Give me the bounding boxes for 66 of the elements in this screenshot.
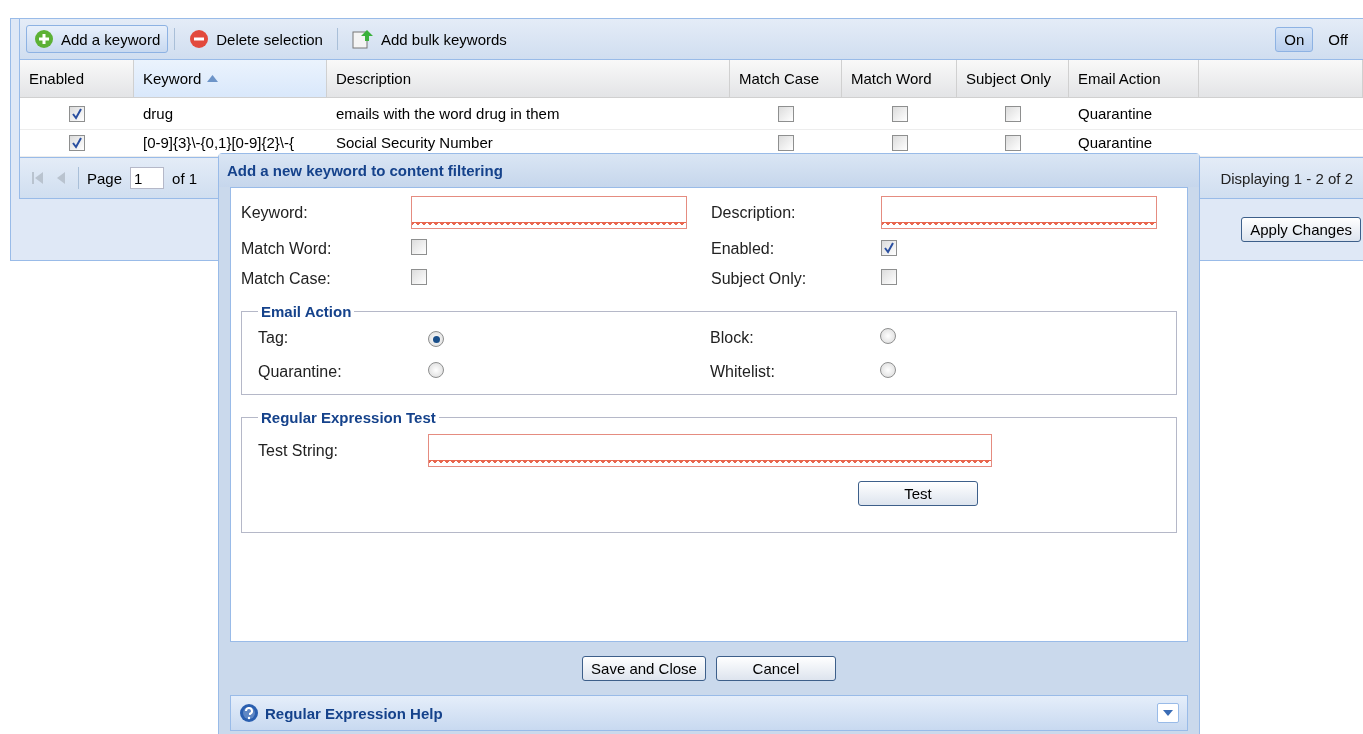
page-count: of 1 — [172, 169, 198, 187]
table-cell-text: Social Security Number — [335, 133, 494, 153]
checkbox[interactable] — [411, 239, 427, 255]
toolbar-button[interactable]: Add bulk keywords — [343, 25, 515, 53]
test-button[interactable]: Test — [858, 481, 978, 506]
toggle-button[interactable]: Off — [1319, 26, 1357, 52]
checkbox[interactable] — [411, 269, 427, 285]
checkbox[interactable] — [69, 105, 85, 122]
page-label: Page — [87, 169, 123, 187]
toolbar-button[interactable]: Delete selection — [181, 25, 331, 53]
checkbox[interactable] — [1005, 105, 1021, 122]
document-add-icon — [351, 29, 374, 49]
checkbox[interactable] — [881, 269, 897, 285]
radio-button[interactable] — [880, 328, 896, 344]
radio-label: Tag: — [258, 329, 290, 347]
apply-changes-button[interactable]: Apply Changes — [1241, 217, 1361, 242]
column-header[interactable]: Subject Only — [957, 60, 1069, 97]
column-header[interactable]: Keyword — [134, 60, 327, 97]
dialog-title: Add a new keyword to content filtering — [219, 154, 1199, 187]
table-cell-text: Quarantine — [1077, 133, 1154, 153]
paging-status: Displaying 1 - 2 of 2 — [1220, 169, 1353, 187]
radio-label: Quarantine: — [258, 363, 343, 381]
minus-icon — [189, 29, 210, 49]
text-field[interactable] — [411, 196, 687, 229]
table-cell-text: drug — [142, 103, 175, 124]
dialog-button[interactable]: Save and Close — [582, 656, 706, 681]
checkbox[interactable] — [778, 135, 794, 151]
checkbox[interactable] — [69, 135, 85, 151]
table-cell-text: emails with the word drug in them — [335, 103, 561, 124]
table-cell-text: Quarantine — [1077, 103, 1154, 124]
sort-arrow-icon — [207, 75, 219, 82]
field-label: Match Case: — [241, 270, 332, 288]
help-title: Regular Expression Help — [265, 704, 443, 722]
field-label: Match Word: — [241, 240, 333, 258]
table-cell-text: [0-9]{3}\-{0,1}[0-9]{2}\-{ — [142, 133, 295, 153]
help-icon — [239, 703, 259, 723]
fieldset-legend: Email Action — [258, 303, 355, 320]
field-label: Subject Only: — [711, 270, 808, 288]
checkbox[interactable] — [1005, 135, 1021, 151]
field-label: Enabled: — [711, 240, 776, 258]
checkbox[interactable] — [881, 240, 897, 256]
column-header[interactable]: Match Case — [730, 60, 842, 97]
plus-icon — [34, 29, 54, 49]
field-label: Test String: — [258, 441, 340, 460]
radio-button[interactable] — [880, 362, 896, 378]
page-input[interactable]: 1 — [130, 167, 165, 189]
text-field[interactable] — [428, 434, 992, 467]
field-label: Description: — [711, 203, 797, 222]
column-header[interactable]: Match Word — [842, 60, 957, 97]
column-header[interactable]: Email Action — [1069, 60, 1199, 97]
checkbox[interactable] — [891, 105, 908, 122]
expand-button[interactable] — [1157, 703, 1179, 723]
radio-button[interactable] — [428, 362, 444, 378]
radio-label: Whitelist: — [710, 363, 776, 381]
dialog-button[interactable]: Cancel — [715, 656, 836, 681]
fieldset-legend: Regular Expression Test — [258, 409, 439, 426]
toolbar-button[interactable]: Add a keyword — [26, 25, 169, 53]
checkbox[interactable] — [778, 105, 794, 122]
column-header[interactable]: Description — [327, 60, 730, 97]
radio-label: Block: — [710, 329, 755, 347]
radio-button[interactable] — [428, 331, 444, 348]
caret-icon — [1163, 710, 1173, 716]
text-field[interactable] — [881, 196, 1157, 229]
field-label: Keyword: — [241, 203, 309, 222]
toggle-button[interactable]: On — [1275, 26, 1314, 52]
checkbox[interactable] — [891, 135, 908, 151]
